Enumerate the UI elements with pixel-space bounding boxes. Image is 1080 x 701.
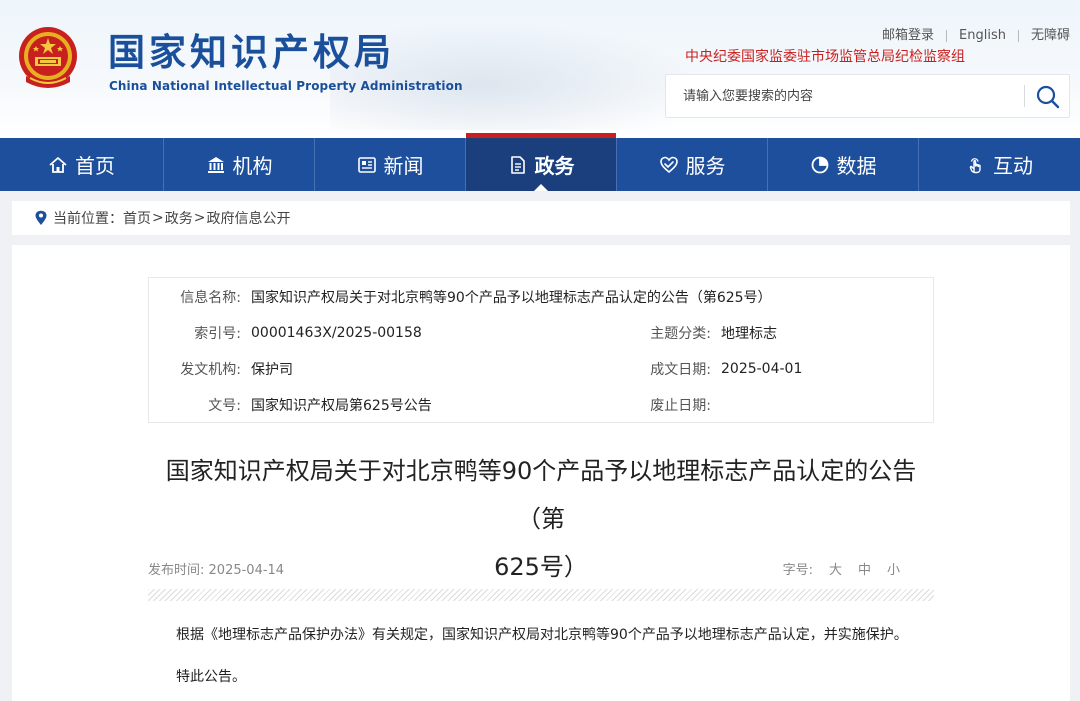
pie-chart-icon xyxy=(811,156,828,173)
newspaper-icon xyxy=(357,156,376,173)
info-date-value: 2025-04-01 xyxy=(721,361,803,377)
home-icon xyxy=(49,156,67,173)
info-index-label: 索引号: xyxy=(194,326,241,342)
info-name-label: 信息名称: xyxy=(180,290,241,306)
nav-item-home[interactable]: 首页 xyxy=(0,138,164,191)
nav-item-label: 机构 xyxy=(232,154,273,178)
english-link[interactable]: English xyxy=(947,27,1018,45)
font-size-medium-button[interactable]: 中 xyxy=(858,559,871,578)
touch-icon xyxy=(969,157,981,173)
info-row-expire: 废止日期: xyxy=(619,387,721,423)
breadcrumb-home[interactable]: 首页 xyxy=(123,208,151,228)
building-icon xyxy=(207,156,224,173)
accessibility-link[interactable]: 无障碍 xyxy=(1019,27,1070,45)
nav-item-interaction[interactable]: 互动 xyxy=(919,138,1080,191)
hatched-divider xyxy=(148,589,934,601)
site-logo-subtitle: China National Intellectual Property Adm… xyxy=(109,79,463,93)
breadcrumb-separator: > xyxy=(152,210,164,226)
breadcrumb-separator: > xyxy=(193,210,206,226)
font-size-small-button[interactable]: 小 xyxy=(887,559,900,578)
nav-item-services[interactable]: 服务 xyxy=(617,138,768,191)
info-row-topic: 主题分类: 地理标志 xyxy=(619,315,777,351)
article-paragraph: 根据《地理标志产品保护办法》有关规定，国家知识产权局对北京鸭等90个产品予以地理… xyxy=(176,627,908,643)
heart-hand-icon xyxy=(659,156,678,173)
info-row-issuer: 发文机构: 保护司 xyxy=(149,351,293,387)
info-docno-value: 国家知识产权局第625号公告 xyxy=(251,398,432,414)
info-expire-label: 废止日期: xyxy=(650,398,711,414)
info-docno-label: 文号: xyxy=(208,398,241,414)
top-links: 邮箱登录 English 无障碍 xyxy=(870,27,1070,45)
publish-label: 发布时间: xyxy=(148,563,205,578)
nav-item-label: 首页 xyxy=(75,154,115,178)
site-logo-title[interactable]: 国家知识产权局 xyxy=(108,30,395,76)
site-header: 国家知识产权局 China National Intellectual Prop… xyxy=(0,0,1080,138)
mail-login-link[interactable]: 邮箱登录 xyxy=(870,27,946,45)
nav-item-label: 政务 xyxy=(534,154,575,178)
info-row-docno: 文号: 国家知识产权局第625号公告 xyxy=(149,387,432,423)
publish-date: 2025-04-14 xyxy=(208,563,285,578)
nav-item-data[interactable]: 数据 xyxy=(768,138,919,191)
info-row-index: 索引号: 00001463X/2025-00158 xyxy=(149,315,422,351)
article-panel: 信息名称: 国家知识产权局关于对北京鸭等90个产品予以地理标志产品认定的公告（第… xyxy=(12,245,1070,701)
search-box xyxy=(665,74,1070,118)
nav-item-news[interactable]: 新闻 xyxy=(315,138,466,191)
search-input[interactable] xyxy=(666,75,1022,117)
search-divider xyxy=(1024,85,1025,107)
info-table: 信息名称: 国家知识产权局关于对北京鸭等90个产品予以地理标志产品认定的公告（第… xyxy=(148,277,934,423)
nav-item-label: 新闻 xyxy=(383,154,424,178)
font-size-label: 字号: xyxy=(782,563,813,578)
location-pin-icon xyxy=(35,210,47,225)
info-date-label: 成文日期: xyxy=(650,362,711,378)
font-size-controls: 字号: 大 中 小 xyxy=(783,559,900,578)
font-size-large-button[interactable]: 大 xyxy=(829,559,842,578)
publish-info: 发布时间: 2025-04-14 xyxy=(148,559,284,578)
breadcrumb: 当前位置： 首页 > 政务 > 政府信息公开 xyxy=(12,201,1070,235)
nav-item-organization[interactable]: 机构 xyxy=(164,138,315,191)
main-nav: 首页 机构 新闻 政务 服务 数据 互动 xyxy=(0,133,1080,191)
info-index-value: 00001463X/2025-00158 xyxy=(251,325,422,341)
discipline-inspection-link[interactable]: 中央纪委国家监委驻市场监管总局纪检监察组 xyxy=(685,47,965,67)
nav-item-label: 数据 xyxy=(836,154,877,178)
info-issuer-label: 发文机构: xyxy=(180,362,241,378)
info-topic-label: 主题分类: xyxy=(650,326,711,342)
document-icon xyxy=(510,155,525,174)
nav-item-label: 互动 xyxy=(993,154,1033,178)
breadcrumb-info-disclosure[interactable]: 政府信息公开 xyxy=(206,208,290,228)
article-meta: 发布时间: 2025-04-14 字号: 大 中 小 xyxy=(148,559,934,579)
info-topic-value: 地理标志 xyxy=(721,326,777,342)
nav-item-government-affairs[interactable]: 政务 xyxy=(466,133,617,191)
article-title-line: 国家知识产权局关于对北京鸭等90个产品予以地理标志产品认定的公告（第 xyxy=(165,457,917,533)
nav-item-label: 服务 xyxy=(685,154,726,178)
breadcrumb-government-affairs[interactable]: 政务 xyxy=(165,208,193,228)
info-name-value: 国家知识产权局关于对北京鸭等90个产品予以地理标志产品认定的公告（第625号） xyxy=(251,290,772,306)
breadcrumb-label: 当前位置： xyxy=(53,211,123,227)
info-row-date: 成文日期: 2025-04-01 xyxy=(619,351,802,387)
info-issuer-value: 保护司 xyxy=(251,362,293,378)
article-paragraph: 特此公告。 xyxy=(176,669,246,685)
search-icon[interactable] xyxy=(1032,81,1064,113)
info-row-name: 信息名称: 国家知识产权局关于对北京鸭等90个产品予以地理标志产品认定的公告（第… xyxy=(149,279,772,315)
national-emblem-icon xyxy=(19,27,77,88)
